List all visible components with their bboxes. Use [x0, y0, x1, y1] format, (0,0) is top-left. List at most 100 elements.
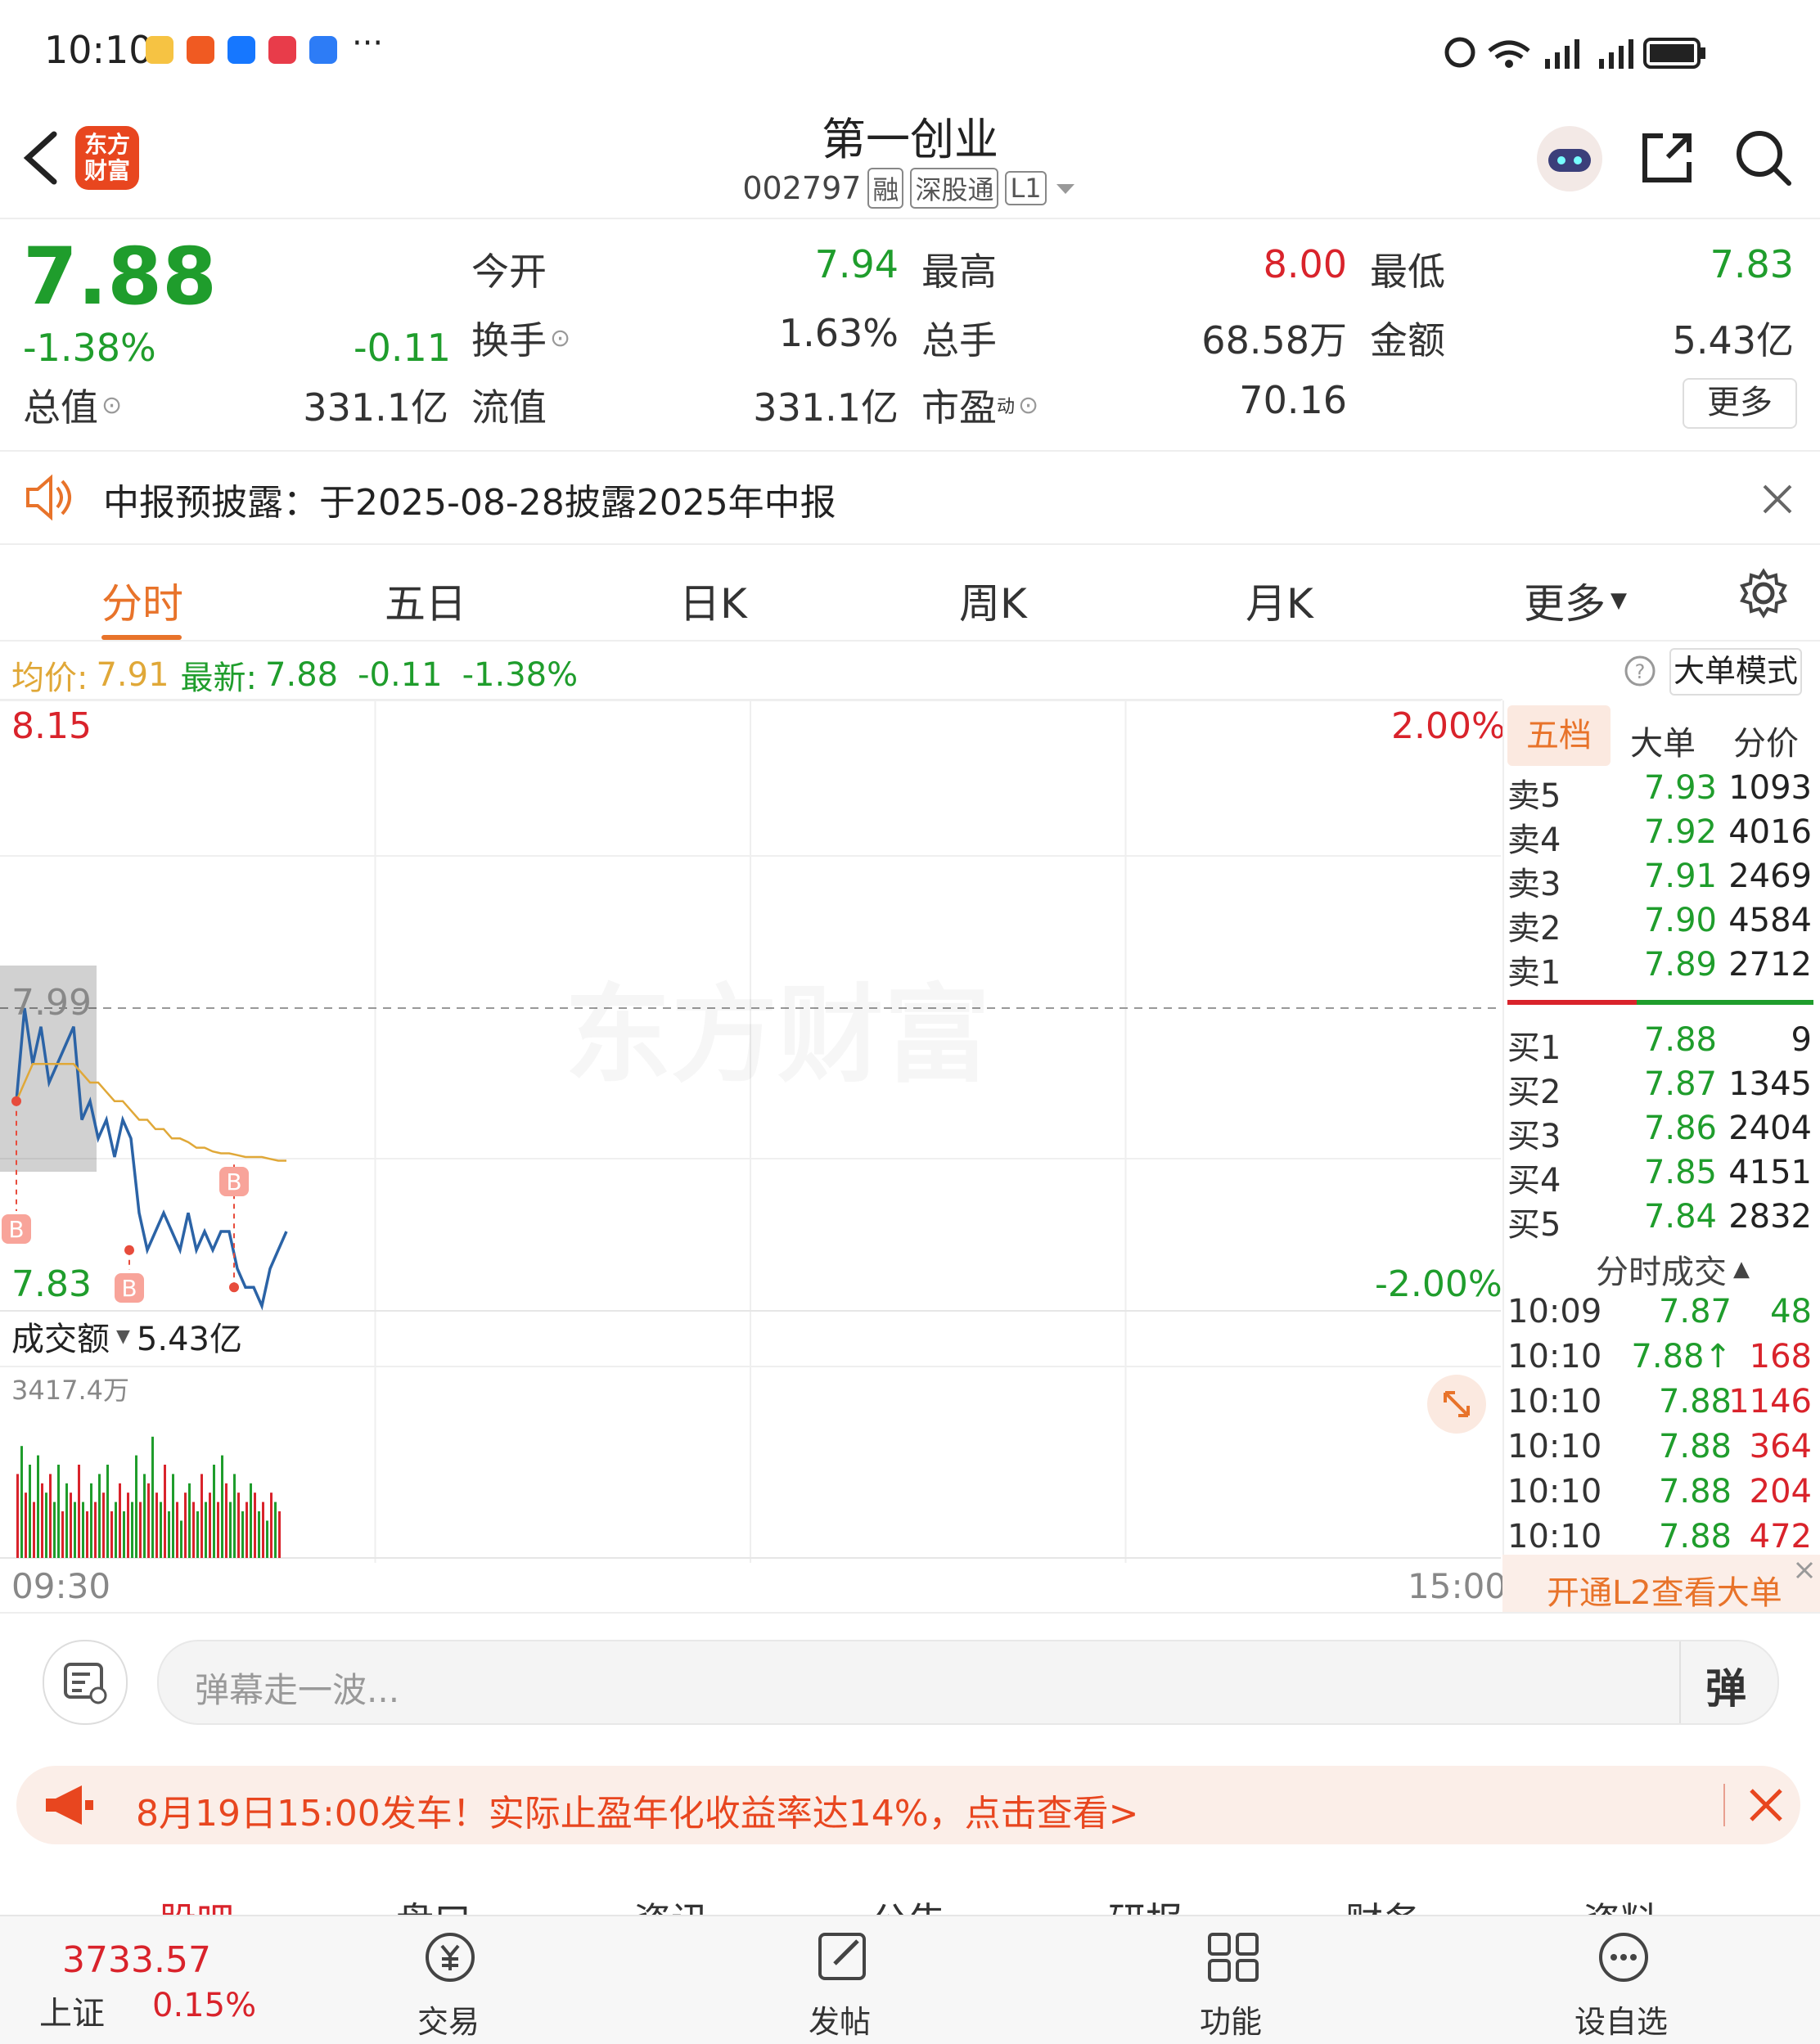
volume-bar	[205, 1501, 207, 1558]
danmaku-placeholder: 弹幕走一波...	[195, 1670, 400, 1710]
index-name[interactable]: 上证	[39, 1987, 105, 2034]
volume-bar	[70, 1492, 72, 1558]
open-value: 7.94	[814, 242, 899, 286]
stock-code: 002797	[742, 170, 862, 206]
danmaku-input[interactable]: 弹幕走一波... 弹	[157, 1640, 1779, 1725]
sell-level-volume: 2469	[1728, 858, 1812, 895]
pe-value: 70.16	[1239, 378, 1347, 422]
ticks-title[interactable]: 分时成交 ▲	[1596, 1245, 1750, 1293]
section-tab[interactable]: 研报	[1108, 1892, 1183, 1916]
tab-weekly-k[interactable]: 周K	[959, 571, 1027, 630]
buy-marker-label: B	[226, 1168, 241, 1195]
volume-bar	[160, 1501, 162, 1558]
volume-selector[interactable]: 成交额 ▼ 5.43亿	[11, 1312, 242, 1360]
chart-legend: 均价: 7.91 最新: 7.88 -0.11 -1.38%	[11, 651, 578, 699]
volume-bar	[217, 1501, 219, 1558]
sell-level-label: 卖2	[1507, 910, 1561, 948]
tab-five-levels[interactable]: 五档	[1507, 705, 1611, 766]
volume-bar	[258, 1511, 260, 1558]
tick-price: 7.88	[1658, 1473, 1732, 1510]
share-icon[interactable]	[1638, 129, 1696, 187]
section-tab[interactable]: 资料	[1583, 1892, 1658, 1916]
sell-level-volume: 1093	[1728, 769, 1812, 807]
search-icon[interactable]	[1733, 128, 1794, 188]
intraday-chart[interactable]: B B B	[0, 700, 1502, 1612]
close-icon[interactable]	[1792, 1558, 1817, 1583]
buy-level-label: 买4	[1507, 1162, 1561, 1200]
turnover-label[interactable]: 换手 ⊙	[471, 311, 570, 365]
volume-bar	[139, 1501, 142, 1558]
notice-text[interactable]: 中报预披露：于2025-08-28披露2025年中报	[103, 473, 836, 525]
expand-chart-button[interactable]	[1427, 1375, 1486, 1434]
volume-bar	[225, 1483, 228, 1558]
settings-gear-icon[interactable]	[1738, 568, 1789, 619]
danmaku-toggle-button[interactable]	[43, 1640, 128, 1725]
function-grid-icon[interactable]	[1203, 1928, 1265, 1985]
add-watchlist-icon[interactable]	[1592, 1928, 1655, 1985]
volume-bar	[53, 1501, 56, 1558]
tick-price: 7.88	[1658, 1383, 1732, 1420]
avg-value: 7.91	[96, 656, 169, 694]
weibo-icon	[146, 36, 173, 64]
nav-post[interactable]: 发帖	[809, 1997, 871, 2042]
tab-intraday[interactable]: 分时	[101, 571, 183, 630]
high-label: 最高	[921, 250, 997, 294]
section-tab[interactable]: 股吧	[159, 1892, 234, 1916]
buy-marker-dot	[11, 1096, 21, 1106]
send-danmaku-button[interactable]: 弹	[1705, 1656, 1746, 1715]
buy-marker-label: B	[121, 1275, 137, 1302]
buy-level-price: 7.85	[1643, 1154, 1717, 1191]
pe-label[interactable]: 市盈动 ⊙	[921, 378, 1038, 432]
tab-five-day[interactable]: 五日	[385, 571, 466, 630]
more-button[interactable]: 更多	[1683, 378, 1797, 429]
section-tab[interactable]: 财务	[1345, 1892, 1421, 1916]
volume-bar	[254, 1492, 256, 1558]
close-icon[interactable]	[1748, 1787, 1784, 1823]
volume-bar	[102, 1492, 105, 1558]
volume-bar	[270, 1492, 273, 1558]
nav-function[interactable]: 功能	[1200, 1997, 1262, 2042]
section-tab[interactable]: 盘口	[396, 1892, 471, 1916]
tick-volume: 1146	[1728, 1383, 1812, 1420]
volume-bar	[16, 1474, 19, 1558]
buy-ratio-bar	[1637, 1000, 1813, 1005]
time-start-label: 09:30	[11, 1566, 111, 1606]
open-label: 今开	[471, 250, 547, 294]
l2-banner[interactable]: 开通L2查看大单	[1502, 1555, 1820, 1612]
more-notifications-icon: ···	[352, 25, 384, 62]
nav-watchlist[interactable]: 设自选	[1574, 1997, 1668, 2042]
help-icon[interactable]: ?	[1624, 655, 1656, 687]
volume-bar	[196, 1511, 199, 1558]
alipay-icon	[228, 36, 255, 64]
close-icon[interactable]	[1761, 483, 1794, 516]
section-tab[interactable]: 资讯	[633, 1892, 709, 1916]
pct-min-label: -2.00%	[1375, 1263, 1502, 1305]
index-pct[interactable]: 0.15%	[152, 1987, 256, 2024]
robot-assistant-icon[interactable]	[1535, 124, 1604, 193]
change-value: -0.11	[354, 326, 452, 370]
status-bar: 10:10 ···	[0, 0, 1820, 102]
volume-bar	[131, 1501, 133, 1558]
tick-time: 10:10	[1507, 1518, 1602, 1556]
volume-bar	[184, 1492, 187, 1558]
big-order-mode-button[interactable]: 大单模式	[1669, 648, 1802, 696]
volume-bar	[241, 1511, 244, 1558]
promo-banner[interactable]: 8月19日15:00发车！实际止盈年化收益率达14%，点击查看>	[16, 1766, 1800, 1844]
latest-value: 7.88	[265, 656, 339, 694]
tab-daily-k[interactable]: 日K	[679, 571, 747, 630]
sell-level-price: 7.93	[1643, 769, 1717, 807]
sell-level-volume: 4584	[1728, 902, 1812, 939]
market-cap-label[interactable]: 总值 ⊙	[23, 378, 122, 432]
nav-trade[interactable]: 交易	[417, 1997, 480, 2042]
tab-more[interactable]: 更多 ▼	[1524, 571, 1627, 630]
trade-yen-icon[interactable]	[419, 1928, 481, 1985]
app-icon-2	[187, 36, 214, 64]
tab-big-orders[interactable]: 大单	[1630, 717, 1696, 764]
buy-level-price: 7.86	[1643, 1110, 1717, 1147]
tab-price-dist[interactable]: 分价	[1733, 717, 1799, 764]
promo-text: 8月19日15:00发车！实际止盈年化收益率达14%，点击查看>	[136, 1793, 1139, 1835]
section-tab[interactable]: 公告	[871, 1892, 946, 1916]
tab-monthly-k[interactable]: 月K	[1246, 571, 1313, 630]
compose-post-icon[interactable]	[812, 1928, 874, 1985]
index-value[interactable]: 3733.57	[62, 1939, 211, 1981]
